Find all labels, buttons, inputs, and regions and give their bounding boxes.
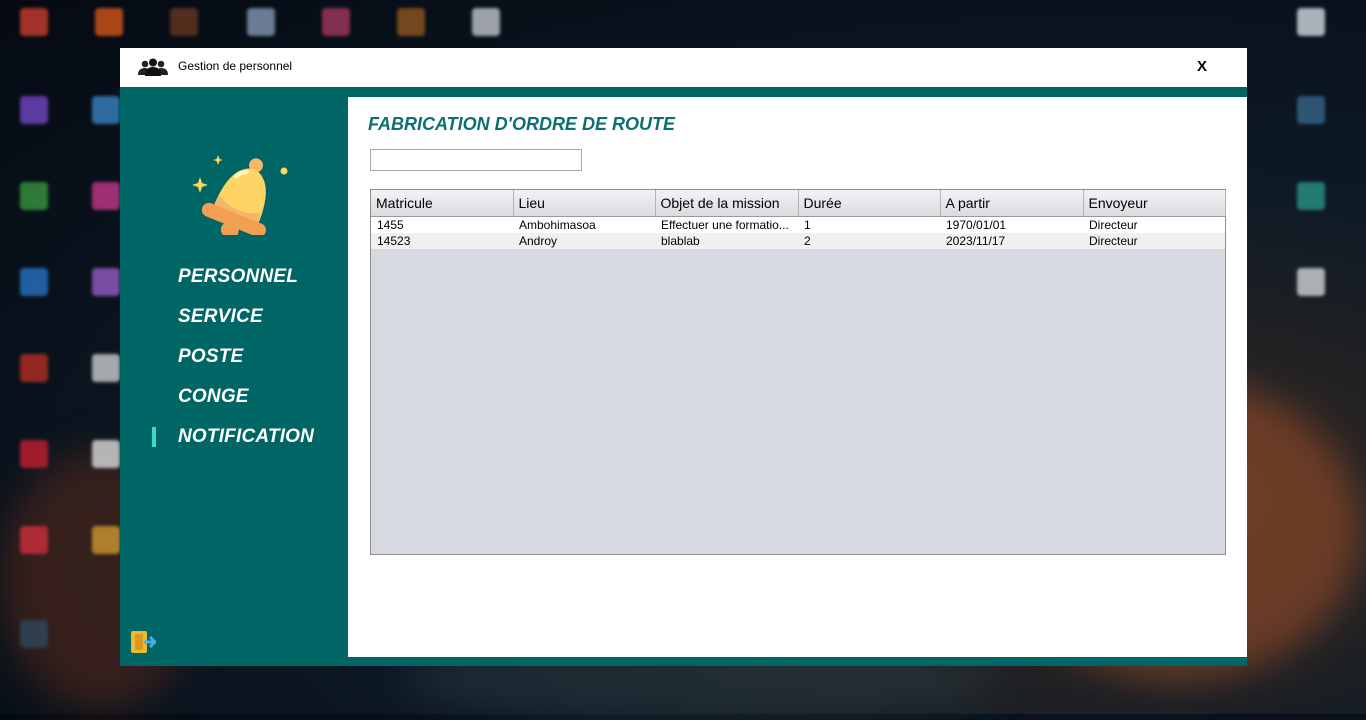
exit-door-icon[interactable]: [130, 629, 156, 655]
cell-matricule[interactable]: 1455: [371, 216, 513, 233]
cell-a-partir[interactable]: 1970/01/01: [940, 216, 1083, 233]
cell-objet[interactable]: blablab: [655, 233, 798, 249]
window-title: Gestion de personnel: [178, 59, 293, 73]
nav-poste[interactable]: POSTE: [178, 346, 243, 368]
cell-lieu[interactable]: Ambohimasoa: [513, 216, 655, 233]
nav-personnel[interactable]: PERSONNEL: [178, 266, 298, 288]
users-icon: [138, 58, 168, 76]
table-row[interactable]: 1455 Ambohimasoa Effectuer une formatio.…: [371, 216, 1225, 233]
column-header-a-partir[interactable]: A partir: [940, 190, 1084, 217]
header-strip: [120, 87, 1247, 97]
main-content: FABRICATION D'ORDRE DE ROUTE Matricule L…: [348, 97, 1247, 657]
bell-icon: [192, 155, 288, 235]
table-row[interactable]: 14523 Androy blablab 2 2023/11/17 Direct…: [371, 233, 1225, 249]
cell-envoyeur[interactable]: Directeur: [1083, 233, 1225, 249]
nav-service[interactable]: SERVICE: [178, 306, 263, 328]
nav-conge[interactable]: CONGE: [178, 386, 249, 408]
title-bar[interactable]: Gestion de personnel X: [120, 48, 1247, 87]
missions-table[interactable]: Matricule Lieu Objet de la mission Durée…: [370, 189, 1226, 555]
close-button[interactable]: X: [1190, 58, 1214, 78]
nav-notification[interactable]: NOTIFICATION: [178, 426, 314, 448]
column-header-objet[interactable]: Objet de la mission: [655, 190, 799, 217]
page-title: FABRICATION D'ORDRE DE ROUTE: [368, 114, 675, 134]
app-window: Gestion de personnel X PERSONNEL SERVICE…: [120, 48, 1247, 666]
footer-strip: [348, 657, 1247, 666]
column-header-duree[interactable]: Durée: [798, 190, 941, 217]
cell-lieu[interactable]: Androy: [513, 233, 655, 249]
cell-objet[interactable]: Effectuer une formatio...: [655, 216, 798, 233]
column-header-envoyeur[interactable]: Envoyeur: [1083, 190, 1226, 217]
cell-duree[interactable]: 1: [798, 216, 940, 233]
active-nav-indicator: [152, 427, 156, 447]
sidebar: PERSONNEL SERVICE POSTE CONGE NOTIFICATI…: [120, 97, 348, 666]
cell-matricule[interactable]: 14523: [371, 233, 513, 249]
search-input[interactable]: [370, 149, 582, 171]
column-header-matricule[interactable]: Matricule: [371, 190, 514, 217]
cell-a-partir[interactable]: 2023/11/17: [940, 233, 1083, 249]
cell-envoyeur[interactable]: Directeur: [1083, 216, 1225, 233]
table-header-row: Matricule Lieu Objet de la mission Durée…: [371, 190, 1226, 217]
cell-duree[interactable]: 2: [798, 233, 940, 249]
column-header-lieu[interactable]: Lieu: [513, 190, 656, 217]
